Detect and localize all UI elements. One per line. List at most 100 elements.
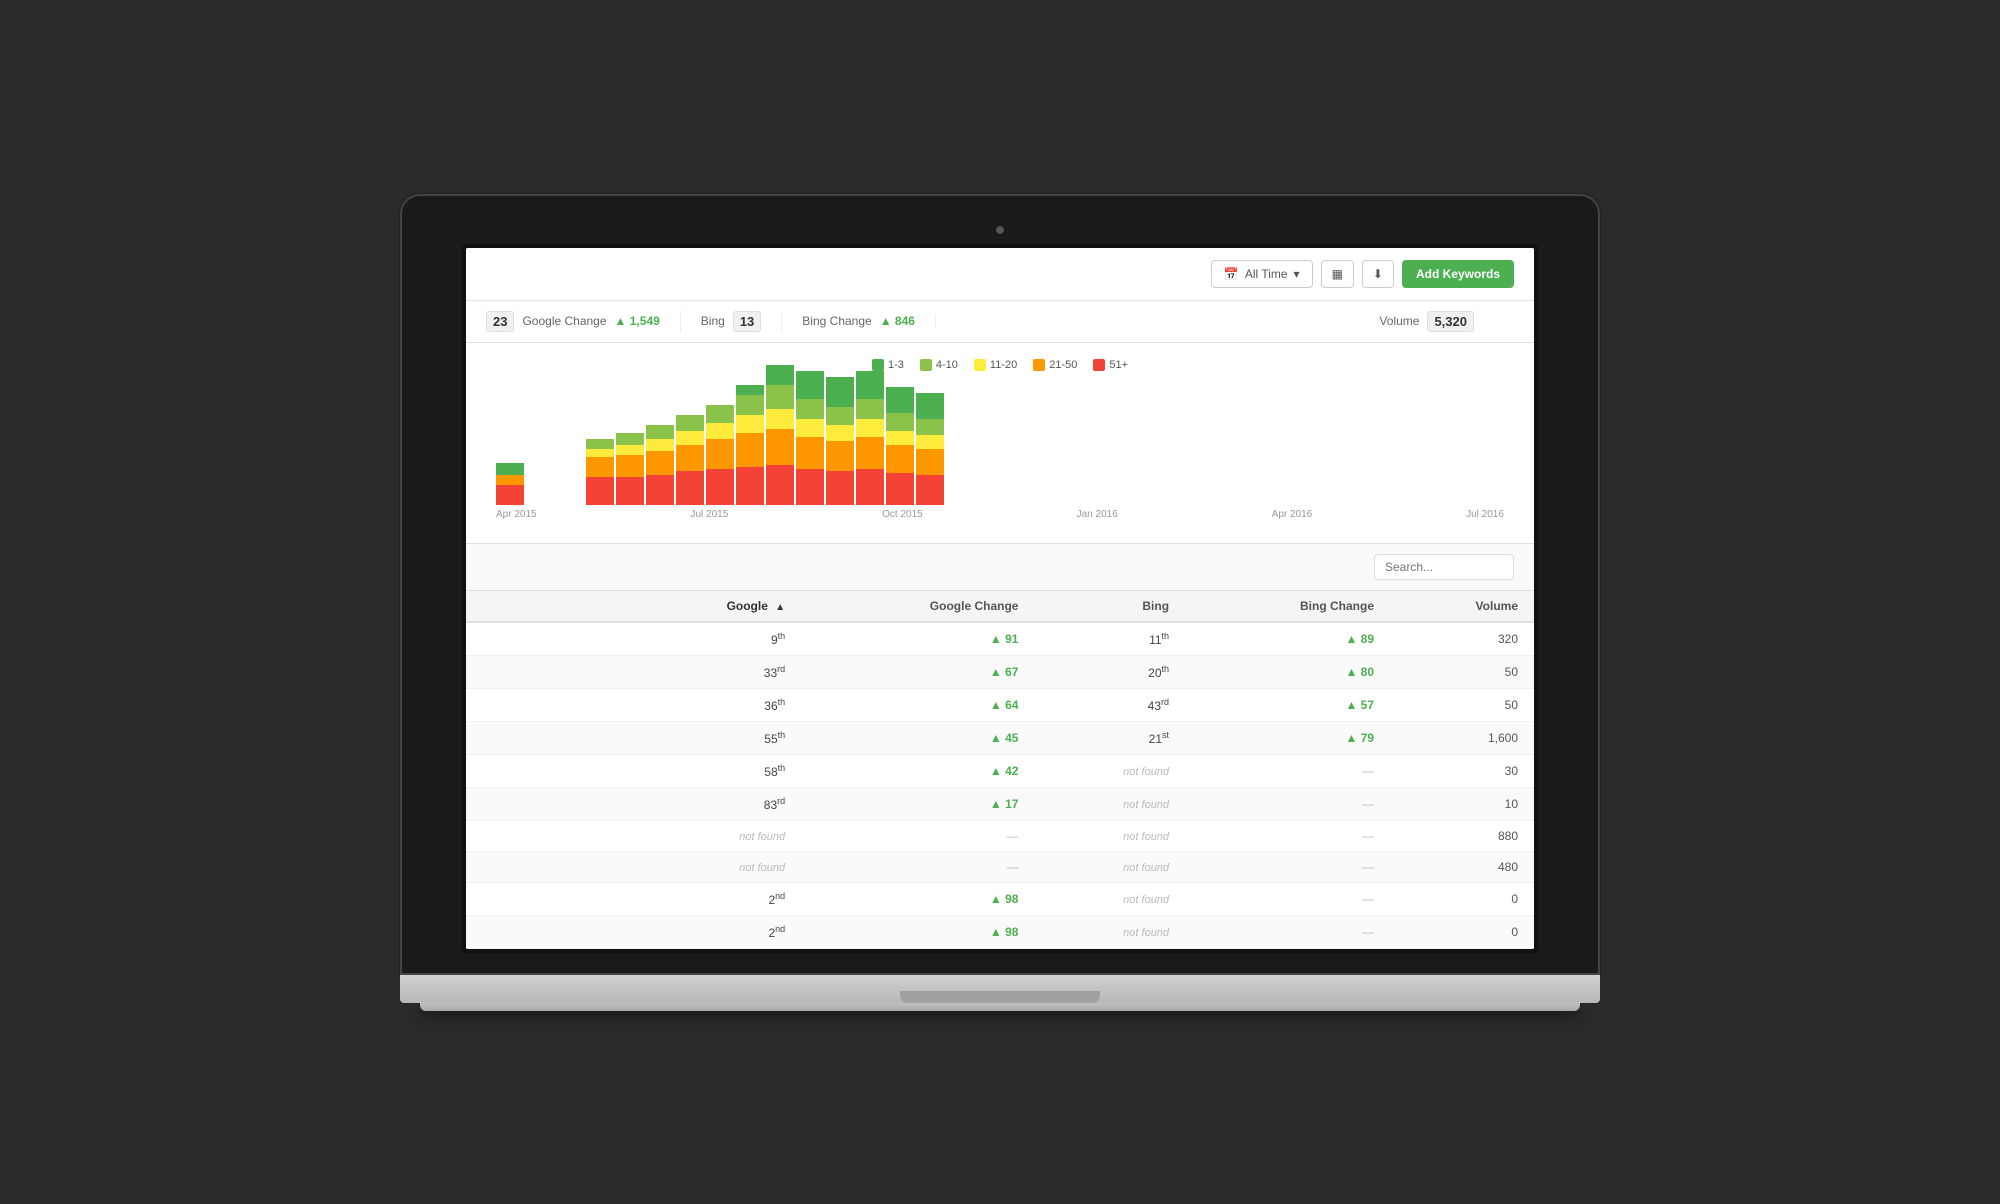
bar-segment [676,431,704,445]
app-header: 📅 All Time ▾ ▦ ⬇ Add Keywords [466,248,1534,301]
chart-x-label: Jan 2016 [1077,509,1118,520]
chart-bars [486,387,1514,505]
cell-volume: 0 [1390,882,1534,915]
cell-keyword [466,754,626,787]
bar-segment [646,475,674,505]
cell-google: 2nd [626,915,801,948]
bar-segment [766,385,794,409]
legend-21-50: 21-50 [1033,359,1077,371]
table-row: 2nd▲ 98not found—0 [466,882,1534,915]
bar-group-6 [676,415,704,505]
cell-bing-change: ▲ 89 [1185,622,1390,656]
bar-segment [766,409,794,429]
chart-x-label: Apr 2016 [1272,509,1313,520]
laptop-foot [420,1003,1580,1011]
cell-keyword [466,787,626,820]
laptop-screen: 📅 All Time ▾ ▦ ⬇ Add Keywords [400,194,1600,975]
cell-bing-change: ▲ 57 [1185,688,1390,721]
col-volume: Volume [1390,591,1534,622]
cell-volume: 880 [1390,820,1534,851]
bar-segment [886,387,914,413]
cell-bing: 43rd [1034,688,1185,721]
all-time-button[interactable]: 📅 All Time ▾ [1211,260,1313,288]
table-row: 9th▲ 9111th▲ 89320 [466,622,1534,656]
bar-segment [886,445,914,473]
bar-segment [676,445,704,471]
cell-keyword [466,721,626,754]
download-button[interactable]: ⬇ [1362,260,1394,288]
chart-section: 1-3 4-10 11-20 21-50 [466,343,1534,544]
bar-segment [586,449,614,457]
legend-color-11-20 [974,359,986,371]
bar-segment [736,433,764,467]
legend-label-11-20: 11-20 [990,359,1017,371]
bar-segment [856,437,884,469]
bar-segment [796,469,824,505]
add-keywords-button[interactable]: Add Keywords [1402,260,1514,288]
bar-segment [826,441,854,471]
bar-segment [916,475,944,505]
bar-segment [826,377,854,407]
screen-bezel: 📅 All Time ▾ ▦ ⬇ Add Keywords [462,244,1538,953]
table-row: 33rd▲ 6720th▲ 8050 [466,655,1534,688]
bar-group-14 [916,393,944,505]
bar-segment [496,475,524,485]
bar-segment [916,393,944,419]
bar-group-12 [856,371,884,505]
bar-segment [586,457,614,477]
google-stat: 23 Google Change ▲ 1,549 [486,311,681,332]
cell-google-change: — [801,820,1034,851]
col-google[interactable]: Google ▲ [626,591,801,622]
cell-volume: 320 [1390,622,1534,656]
bar-segment [706,423,734,439]
cell-bing-change: — [1185,915,1390,948]
bar-segment [796,399,824,419]
bar-segment [916,435,944,449]
search-input[interactable] [1374,554,1514,580]
bar-chart-icon: ▦ [1332,267,1343,281]
cell-volume: 10 [1390,787,1534,820]
col-google-change: Google Change [801,591,1034,622]
legend-51plus: 51+ [1093,359,1128,371]
volume-value: 5,320 [1427,311,1474,332]
cell-google-change: ▲ 98 [801,882,1034,915]
cell-google: 58th [626,754,801,787]
chart-view-button[interactable]: ▦ [1321,260,1354,288]
bing-change-value: ▲ 846 [880,314,915,328]
cell-keyword [466,882,626,915]
legend-1-3: 1-3 [872,359,904,371]
bar-segment [736,467,764,505]
bar-segment [856,371,884,399]
cell-google-change: ▲ 17 [801,787,1034,820]
legend-color-21-50 [1033,359,1045,371]
cell-bing-change: — [1185,820,1390,851]
cell-bing-change: ▲ 79 [1185,721,1390,754]
bar-group-0 [496,463,524,505]
bar-group-13 [886,387,914,505]
table-row: 36th▲ 6443rd▲ 5750 [466,688,1534,721]
cell-google-change: ▲ 45 [801,721,1034,754]
bar-segment [766,429,794,465]
bar-segment [916,419,944,435]
bar-segment [496,463,524,475]
bar-segment [496,485,524,505]
chart-x-label: Jul 2016 [1466,509,1504,520]
table-row: not found—not found—880 [466,820,1534,851]
laptop-wrapper: 📅 All Time ▾ ▦ ⬇ Add Keywords [400,194,1600,1011]
sort-arrow-google: ▲ [775,602,785,613]
bar-group-5 [646,425,674,505]
cell-keyword [466,688,626,721]
cell-google-change: ▲ 67 [801,655,1034,688]
bar-group-10 [796,371,824,505]
screen-content: 📅 All Time ▾ ▦ ⬇ Add Keywords [466,248,1534,949]
bar-segment [826,471,854,505]
bar-segment [676,415,704,431]
add-keywords-label: Add Keywords [1416,267,1500,281]
cell-keyword [466,915,626,948]
cell-bing: not found [1034,851,1185,882]
stats-bar: 23 Google Change ▲ 1,549 Bing 13 Bing Ch… [466,301,1534,343]
chart-x-label: Oct 2015 [882,509,923,520]
table-row: 58th▲ 42not found—30 [466,754,1534,787]
cell-google-change: ▲ 91 [801,622,1034,656]
volume-label: Volume [1379,314,1419,328]
